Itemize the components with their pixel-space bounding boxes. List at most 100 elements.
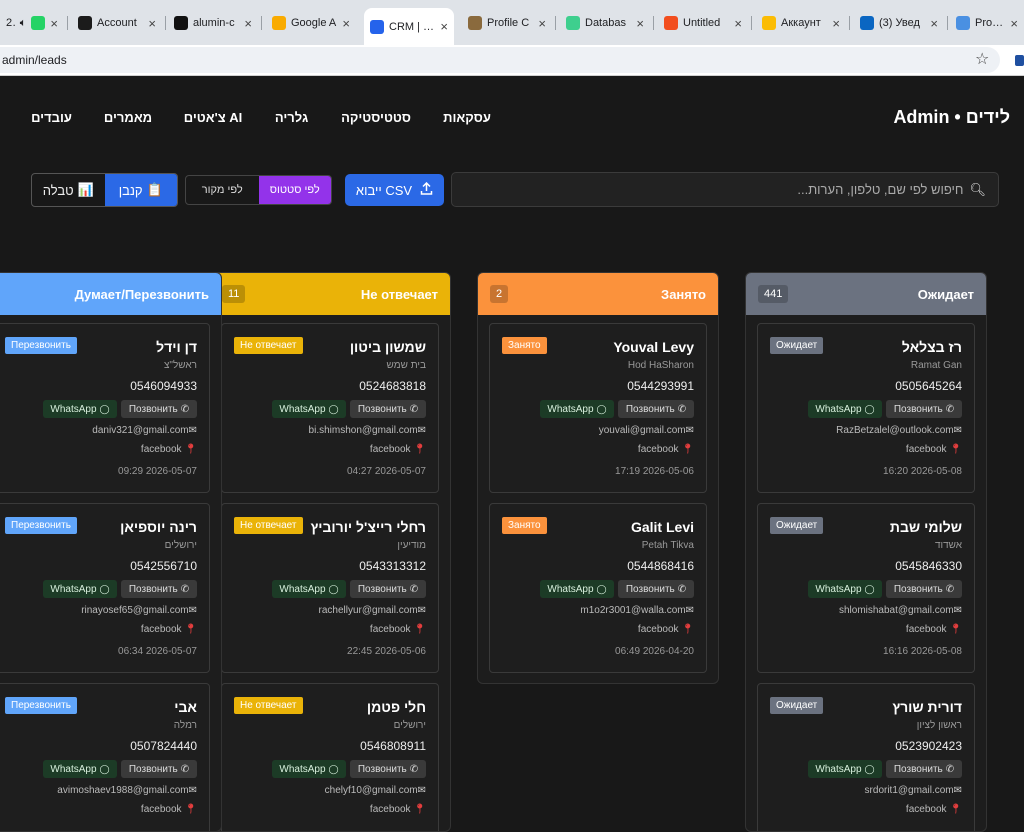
lead-card[interactable]: Galit Levi Занято Petah Tikva 0544868416 Поз… (489, 503, 707, 673)
lead-card[interactable]: שמשון ביטון Не отвечает בית שמש 0524683818 П… (221, 323, 439, 493)
call-label: Позвонить (625, 583, 675, 595)
tab-close-icon[interactable]: × (538, 16, 546, 31)
lead-card[interactable]: אבי Перезвонить רמלה 0507824440 Позвонить ✆ Wh… (0, 683, 210, 831)
tab-separator (261, 16, 262, 30)
bookmark-star-icon[interactable]: ☆ (975, 49, 989, 69)
lead-city: ירושלים (164, 540, 197, 551)
browser-tab[interactable]: alumin-c × (168, 8, 258, 38)
lead-card[interactable]: רז בצלאל Ожидает Ramat Gan 0505645264 Позвон… (757, 323, 975, 493)
browser-tab[interactable]: (3) Увед × (854, 8, 944, 38)
whatsapp-button[interactable]: WhatsApp ◯ (43, 760, 117, 778)
whatsapp-button[interactable]: WhatsApp ◯ (43, 580, 117, 598)
tab-close-icon[interactable]: × (832, 16, 840, 31)
whatsapp-button[interactable]: WhatsApp ◯ (272, 760, 346, 778)
lead-card[interactable]: חלי פטמן Не отвечает ירושלים 0546808911 Позв… (221, 683, 439, 831)
group-by-status-button[interactable]: לפי סטטוס (258, 176, 331, 204)
lead-card[interactable]: דורית שורץ Ожидает ראשון לציון 0523902423 По… (757, 683, 975, 831)
nav-articles-label: מאמרים (103, 109, 153, 125)
tab-close-icon[interactable]: × (1010, 16, 1018, 31)
lead-email[interactable]: srdorit1@gmail.com (865, 785, 954, 796)
group-by-source-button[interactable]: לפי מקור (186, 176, 259, 204)
lead-city: ירושלים (393, 720, 426, 731)
table-view-button[interactable]: טבלה 📊 (32, 174, 105, 206)
call-button[interactable]: Позвонить ✆ (350, 760, 426, 778)
search-input[interactable]: 🔍︎ חיפוש לפי שם, טלפון, הערות... (451, 172, 999, 207)
call-button[interactable]: Позвонить ✆ (350, 580, 426, 598)
whatsapp-button[interactable]: WhatsApp ◯ (272, 400, 346, 418)
tab-title: alumin-c (193, 17, 235, 29)
triangle-icon (370, 19, 384, 34)
tab-close-icon[interactable]: × (930, 16, 938, 31)
whatsapp-button[interactable]: WhatsApp ◯ (808, 760, 882, 778)
browser-tab[interactable]: Progress × (950, 8, 1024, 38)
call-button[interactable]: Позвонить ✆ (350, 400, 426, 418)
lead-email[interactable]: avimoshaev1988@gmail.com (57, 785, 188, 796)
browser-tab[interactable]: Databas × (560, 8, 650, 38)
tab-title: Databas (585, 17, 626, 29)
tab-close-icon[interactable]: × (244, 16, 252, 31)
call-button[interactable]: Позвонить ✆ (886, 760, 962, 778)
lead-email[interactable]: rachellyur@gmail.com (319, 605, 418, 616)
nav-ai-chats-button[interactable]: צ'אטים AI (171, 101, 255, 133)
mail-icon: ✉ (188, 425, 197, 436)
call-button[interactable]: Позвонить ✆ (121, 580, 197, 598)
browser-tab[interactable]: Profile C × (462, 8, 552, 38)
call-button[interactable]: Позвонить ✆ (121, 400, 197, 418)
nav-deals-label: עסקאות (443, 109, 491, 125)
nav-articles-button[interactable]: מאמרים (91, 101, 165, 133)
call-label: Позвонить (893, 763, 943, 775)
tab-close-icon[interactable]: × (734, 16, 742, 31)
whatsapp-button[interactable]: WhatsApp ◯ (808, 580, 882, 598)
call-button[interactable]: Позвонить ✆ (121, 760, 197, 778)
extension-icon[interactable] (1015, 55, 1024, 66)
whatsapp-button[interactable]: WhatsApp ◯ (540, 580, 614, 598)
nav-statistics-label: סטטיסטיקה (341, 109, 411, 125)
browser-tab[interactable]: Untitled × (658, 8, 748, 38)
location-pin-icon: 📍︎ (946, 444, 962, 455)
browser-tab[interactable]: CRM | Pa × (364, 8, 454, 45)
browser-tab[interactable]: 277) 🔈︎ × (0, 8, 64, 38)
browser-tab[interactable]: Google A × (266, 8, 356, 38)
browser-tab[interactable]: Аккаунт × (756, 8, 846, 38)
lead-card[interactable]: שלומי שבת Ожидает אשדוד 0545846330 Позвонить… (757, 503, 975, 673)
nav-gallery-button[interactable]: גלריה (261, 101, 322, 133)
lead-card[interactable]: דן וידל Перезвонить ראשל"צ 0546094933 Позвон… (0, 323, 210, 493)
speaker-icon[interactable]: 🔈︎ (20, 17, 27, 30)
lead-email[interactable]: rinayosef65@gmail.com (81, 605, 188, 616)
lead-email[interactable]: daniv321@gmail.com (92, 425, 188, 436)
whatsapp-button[interactable]: WhatsApp ◯ (808, 400, 882, 418)
nav-employees-button[interactable]: עובדים (18, 101, 85, 133)
lead-email[interactable]: m1o2r3001@walla.com (580, 605, 685, 616)
call-button[interactable]: Позвонить ✆ (886, 400, 962, 418)
tab-close-icon[interactable]: × (148, 16, 156, 31)
nav-deals-button[interactable]: עסקאות (430, 101, 504, 133)
tab-close-icon[interactable]: × (342, 16, 350, 31)
lead-email[interactable]: chelyf10@gmail.com (325, 785, 418, 796)
url-field[interactable]: admin/leads (0, 47, 1000, 73)
tab-close-icon[interactable]: × (440, 19, 448, 34)
browser-tab[interactable]: Account × (72, 8, 162, 38)
lead-email[interactable]: shlomishabat@gmail.com (839, 605, 954, 616)
status-badge: Занято (502, 337, 547, 354)
lead-email[interactable]: youvali@gmail.com (599, 425, 686, 436)
nav-employees-label: עובדים (31, 109, 72, 125)
location-pin-icon: 📍︎ (946, 624, 962, 635)
whatsapp-button[interactable]: WhatsApp ◯ (540, 400, 614, 418)
chat-bubble-icon: ◯ (328, 583, 339, 594)
crm-app: Admin • לידים עסקאות סטטיסטיקה גלריה צ'א… (0, 76, 1024, 832)
lead-email[interactable]: bi.shimshon@gmail.com (309, 425, 418, 436)
lead-card[interactable]: Youval Levy Занято Hod HaSharon 0544293991 П… (489, 323, 707, 493)
call-button[interactable]: Позвонить ✆ (618, 580, 694, 598)
call-button[interactable]: Позвонить ✆ (886, 580, 962, 598)
nav-statistics-button[interactable]: סטטיסטיקה (328, 101, 424, 133)
import-csv-button[interactable]: ייבוא CSV (345, 174, 444, 206)
whatsapp-button[interactable]: WhatsApp ◯ (43, 400, 117, 418)
kanban-view-button[interactable]: קנבן 📋 (104, 174, 177, 206)
lead-email[interactable]: RazBetzalel@outlook.com (836, 425, 953, 436)
lead-card[interactable]: רחלי רייצ'ל יורוביץ Не отвечает מודיעין 054… (221, 503, 439, 673)
call-button[interactable]: Позвонить ✆ (618, 400, 694, 418)
whatsapp-button[interactable]: WhatsApp ◯ (272, 580, 346, 598)
tab-close-icon[interactable]: × (50, 16, 58, 31)
tab-close-icon[interactable]: × (636, 16, 644, 31)
lead-card[interactable]: רינה יוספיאן Перезвонить ירושלים 0542556710… (0, 503, 210, 673)
